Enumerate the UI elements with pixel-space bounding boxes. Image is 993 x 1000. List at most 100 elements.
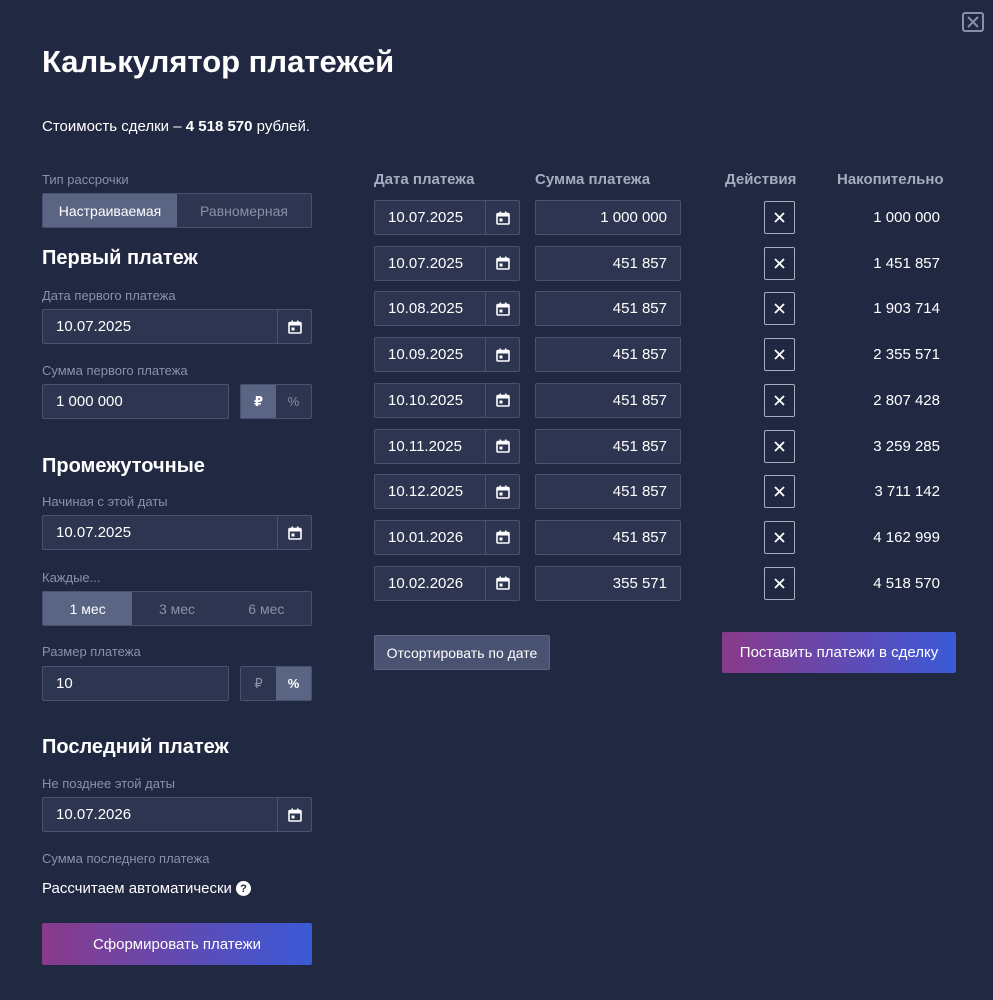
unit-rub-button[interactable]: ₽ xyxy=(241,385,276,418)
last-payment-date-label: Не позднее этой даты xyxy=(42,776,175,791)
payment-date-value[interactable]: 10.11.2025 xyxy=(375,430,485,463)
installment-type-custom[interactable]: Настраиваемая xyxy=(43,194,177,227)
payment-date-value[interactable]: 10.01.2026 xyxy=(375,521,485,554)
calendar-button[interactable] xyxy=(485,383,519,417)
intermediate-start-date-field[interactable]: 10.07.2025 xyxy=(42,515,312,550)
installment-type-uniform[interactable]: Равномерная xyxy=(177,194,311,227)
first-payment-unit-toggle: ₽ % xyxy=(240,384,312,419)
sort-by-date-button[interactable]: Отсортировать по дате xyxy=(374,635,550,670)
payment-amount-input[interactable]: 451 857 xyxy=(535,474,681,510)
cumulative-value: 1 000 000 xyxy=(873,209,940,226)
cumulative-value: 3 711 142 xyxy=(874,483,940,501)
payment-amount-input[interactable]: 355 571 xyxy=(535,565,681,601)
payment-size-input[interactable]: 10 xyxy=(42,666,229,701)
calendar-button[interactable] xyxy=(485,475,519,509)
calendar-button[interactable] xyxy=(277,516,311,549)
column-header-date: Дата платежа xyxy=(374,171,475,188)
intermediate-start-date-value[interactable]: 10.07.2025 xyxy=(43,516,277,549)
payment-amount-input[interactable]: 451 857 xyxy=(535,245,681,281)
delete-payment-button[interactable] xyxy=(764,246,795,280)
calendar-button[interactable] xyxy=(485,201,519,234)
apply-payments-button[interactable]: Поставить платежи в сделку xyxy=(722,632,956,673)
x-icon xyxy=(774,440,785,452)
payment-amount-input[interactable]: 451 857 xyxy=(535,519,681,555)
payment-date-field[interactable]: 10.11.2025 xyxy=(374,428,520,464)
payment-amount-input[interactable]: 451 857 xyxy=(535,428,681,464)
payment-date-field[interactable]: 10.02.2026 xyxy=(374,565,520,601)
calendar-icon xyxy=(495,302,510,316)
last-payment-date-field[interactable]: 10.07.2026 xyxy=(42,797,312,832)
intermediate-every-label: Каждые... xyxy=(42,570,101,585)
payment-date-field[interactable]: 10.09.2025 xyxy=(374,337,520,373)
payment-date-value[interactable]: 10.10.2025 xyxy=(375,384,485,417)
first-payment-date-label: Дата первого платежа xyxy=(42,288,176,303)
first-payment-date-value[interactable]: 10.07.2025 xyxy=(43,310,277,343)
unit-rub-button[interactable]: ₽ xyxy=(241,667,276,700)
delete-payment-button[interactable] xyxy=(764,338,795,372)
calendar-button[interactable] xyxy=(277,310,311,343)
first-payment-date-field[interactable]: 10.07.2025 xyxy=(42,309,312,344)
calendar-button[interactable] xyxy=(485,520,519,554)
payment-date-value[interactable]: 10.09.2025 xyxy=(375,338,485,371)
payment-date-value[interactable]: 10.07.2025 xyxy=(375,247,485,280)
interval-3-months[interactable]: 3 мес xyxy=(132,592,222,625)
last-payment-auto-text: Рассчитаем автоматически xyxy=(42,880,232,897)
delete-payment-button[interactable] xyxy=(764,520,795,554)
x-icon xyxy=(774,303,785,315)
unit-percent-button[interactable]: % xyxy=(276,667,311,700)
calendar-button[interactable] xyxy=(485,246,519,280)
payment-amount-input[interactable]: 1 000 000 xyxy=(535,200,681,235)
column-header-cumulative: Накопительно xyxy=(837,171,944,188)
payment-date-field[interactable]: 10.08.2025 xyxy=(374,291,520,327)
payment-date-field[interactable]: 10.10.2025 xyxy=(374,382,520,418)
deal-cost-prefix: Стоимость сделки – xyxy=(42,118,182,135)
payment-amount-input[interactable]: 451 857 xyxy=(535,382,681,418)
cumulative-value: 3 259 285 xyxy=(873,437,940,455)
close-button[interactable] xyxy=(962,12,984,32)
delete-payment-button[interactable] xyxy=(764,475,795,509)
cumulative-value: 2 807 428 xyxy=(873,391,940,409)
calendar-icon xyxy=(287,320,302,334)
installment-type-label: Тип рассрочки xyxy=(42,172,129,187)
last-payment-auto: Рассчитаем автоматически ? xyxy=(42,880,251,897)
x-icon xyxy=(774,532,785,543)
payment-date-value[interactable]: 10.08.2025 xyxy=(375,292,485,325)
calendar-button[interactable] xyxy=(485,566,519,600)
calendar-icon xyxy=(495,576,510,590)
x-icon xyxy=(774,349,785,360)
calendar-button[interactable] xyxy=(277,798,311,831)
payment-date-field[interactable]: 10.01.2026 xyxy=(374,519,520,555)
generate-payments-button[interactable]: Сформировать платежи xyxy=(42,923,312,965)
first-payment-amount-input[interactable]: 1 000 000 xyxy=(42,384,229,419)
delete-payment-button[interactable] xyxy=(764,201,795,234)
payment-amount-input[interactable]: 451 857 xyxy=(535,337,681,373)
calendar-button[interactable] xyxy=(485,292,519,326)
interval-6-months[interactable]: 6 мес xyxy=(221,592,311,625)
payment-amount-input[interactable]: 451 857 xyxy=(535,291,681,327)
installment-type-toggle: Настраиваемая Равномерная xyxy=(42,193,312,228)
payment-date-field[interactable]: 10.12.2025 xyxy=(374,474,520,510)
first-payment-heading: Первый платеж xyxy=(42,247,198,269)
interval-1-month[interactable]: 1 мес xyxy=(43,592,133,625)
payment-date-field[interactable]: 10.07.2025 xyxy=(374,245,520,281)
deal-cost: Стоимость сделки – 4 518 570 рублей. xyxy=(42,118,310,135)
last-payment-date-value[interactable]: 10.07.2026 xyxy=(43,798,277,831)
payment-date-value[interactable]: 10.12.2025 xyxy=(375,475,485,508)
delete-payment-button[interactable] xyxy=(764,383,795,417)
payment-date-value[interactable]: 10.07.2025 xyxy=(375,201,485,234)
payment-date-value[interactable]: 10.02.2026 xyxy=(375,567,485,600)
intermediate-heading: Промежуточные xyxy=(42,455,205,477)
payment-date-field[interactable]: 10.07.2025 xyxy=(374,200,520,235)
calendar-button[interactable] xyxy=(485,338,519,372)
unit-percent-button[interactable]: % xyxy=(276,385,311,418)
question-circle-icon[interactable]: ? xyxy=(235,881,251,896)
payment-size-label: Размер платежа xyxy=(42,644,141,659)
calendar-button[interactable] xyxy=(485,429,519,463)
column-header-amount: Сумма платежа xyxy=(535,171,651,188)
delete-payment-button[interactable] xyxy=(764,566,795,600)
delete-payment-button[interactable] xyxy=(764,292,795,326)
delete-payment-button[interactable] xyxy=(764,429,795,463)
calendar-icon xyxy=(495,393,510,408)
cumulative-value: 4 162 999 xyxy=(873,528,940,546)
payment-size-unit-toggle: ₽ % xyxy=(240,666,312,701)
